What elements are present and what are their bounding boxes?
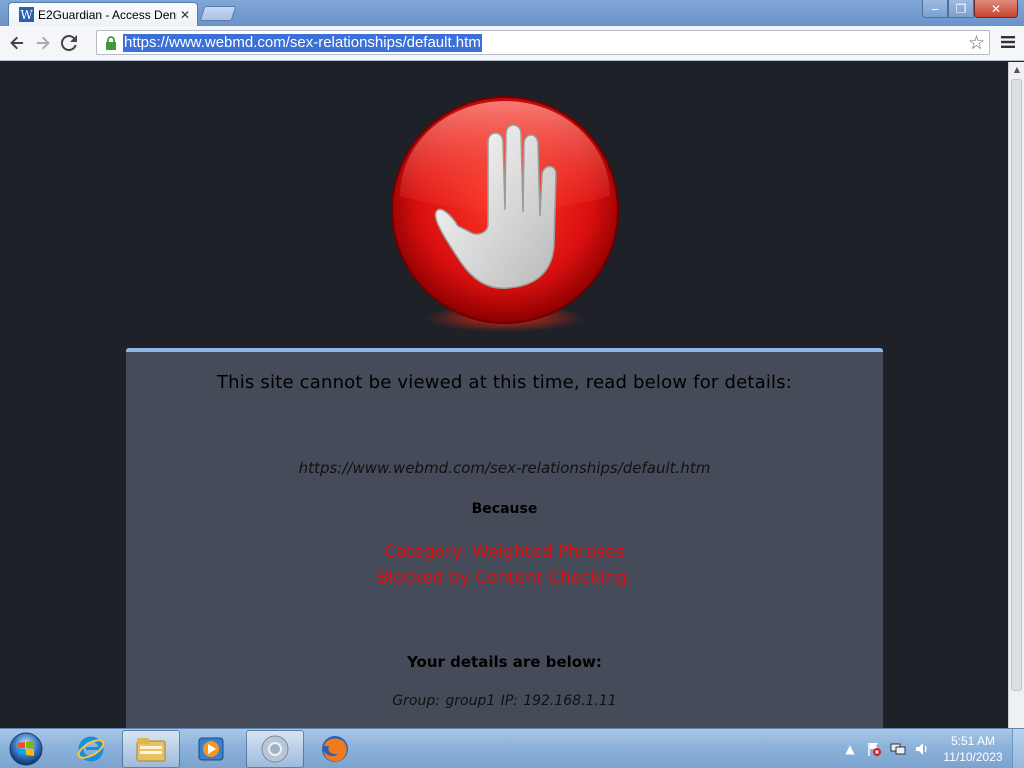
scroll-up-arrow-icon[interactable]: ▲ (1009, 62, 1024, 78)
browser-tab-active[interactable]: W E2Guardian - Access Denie ✕ (8, 2, 198, 26)
address-bar[interactable]: https://www.webmd.com/sex-relationships/… (96, 30, 990, 55)
block-reason: Category: Weighted Phrases Blocked by Co… (126, 539, 883, 591)
webmd-favicon-icon: W (19, 7, 34, 22)
system-clock[interactable]: 5:51 AM 11/10/2023 (938, 733, 1008, 765)
system-tray: ▲ (840, 729, 936, 768)
action-center-flag-icon[interactable] (864, 739, 884, 759)
back-arrow-icon (10, 36, 23, 50)
tab-title: E2Guardian - Access Denie (38, 7, 177, 22)
tab-close-icon[interactable]: ✕ (177, 8, 193, 22)
volume-icon[interactable] (912, 739, 932, 759)
lock-icon (101, 33, 121, 53)
windows-orb-icon (9, 732, 43, 766)
taskbar-chrome[interactable] (246, 730, 304, 768)
internet-explorer-icon (77, 736, 105, 762)
blocked-url: https://www.webmd.com/sex-relationships/… (298, 459, 711, 477)
firefox-icon (322, 736, 348, 762)
scroll-thumb[interactable] (1011, 79, 1022, 691)
message-panel: This site cannot be viewed at this time,… (126, 348, 883, 728)
bookmark-star-icon[interactable]: ☆ (968, 32, 985, 54)
new-tab-button[interactable] (199, 6, 237, 21)
taskbar-firefox[interactable] (306, 730, 364, 768)
page-title: This site cannot be viewed at this time,… (216, 372, 793, 393)
maximize-button[interactable]: ❐ (948, 0, 974, 18)
user-details: Group: group1 IP: 192.168.1.11 (392, 693, 617, 709)
forward-button[interactable] (30, 30, 56, 56)
reload-icon (61, 35, 77, 51)
media-player-icon (198, 737, 224, 761)
because-label: Because (471, 501, 538, 517)
page-content: This site cannot be viewed at this time,… (0, 62, 1008, 728)
windows-taskbar: ▲ 5:51 AM 11/10/2023 (0, 728, 1024, 768)
clock-time: 5:51 AM (950, 734, 996, 748)
block-method: Blocked by Content Checking. (376, 568, 633, 588)
block-category: Category: Weighted Phrases (384, 542, 625, 562)
taskbar-internet-explorer[interactable] (62, 730, 120, 768)
vertical-scrollbar[interactable]: ▲ (1008, 62, 1024, 728)
reload-button[interactable] (56, 30, 82, 56)
chrome-icon (261, 735, 289, 763)
show-hidden-icons-icon[interactable]: ▲ (840, 739, 860, 759)
chrome-menu-icon[interactable] (998, 31, 1018, 53)
folder-icon (136, 738, 166, 762)
show-desktop-button[interactable] (1012, 729, 1024, 768)
back-button[interactable] (4, 30, 30, 56)
window-titlebar: W E2Guardian - Access Denie ✕ ‒ ❐ ✕ (0, 0, 1024, 26)
details-heading: Your details are below: (407, 653, 602, 671)
close-window-button[interactable]: ✕ (974, 0, 1018, 18)
taskbar-media-player[interactable] (182, 730, 240, 768)
url-text[interactable]: https://www.webmd.com/sex-relationships/… (123, 33, 482, 52)
clock-date: 11/10/2023 (943, 750, 1003, 764)
start-button[interactable] (4, 730, 48, 768)
forward-arrow-icon (37, 36, 50, 50)
taskbar-file-explorer[interactable] (122, 730, 180, 768)
window-controls: ‒ ❐ ✕ (922, 0, 1018, 18)
minimize-button[interactable]: ‒ (922, 0, 948, 18)
network-icon[interactable] (888, 739, 908, 759)
browser-toolbar: https://www.webmd.com/sex-relationships/… (0, 26, 1024, 61)
stop-hand-icon (391, 96, 619, 332)
